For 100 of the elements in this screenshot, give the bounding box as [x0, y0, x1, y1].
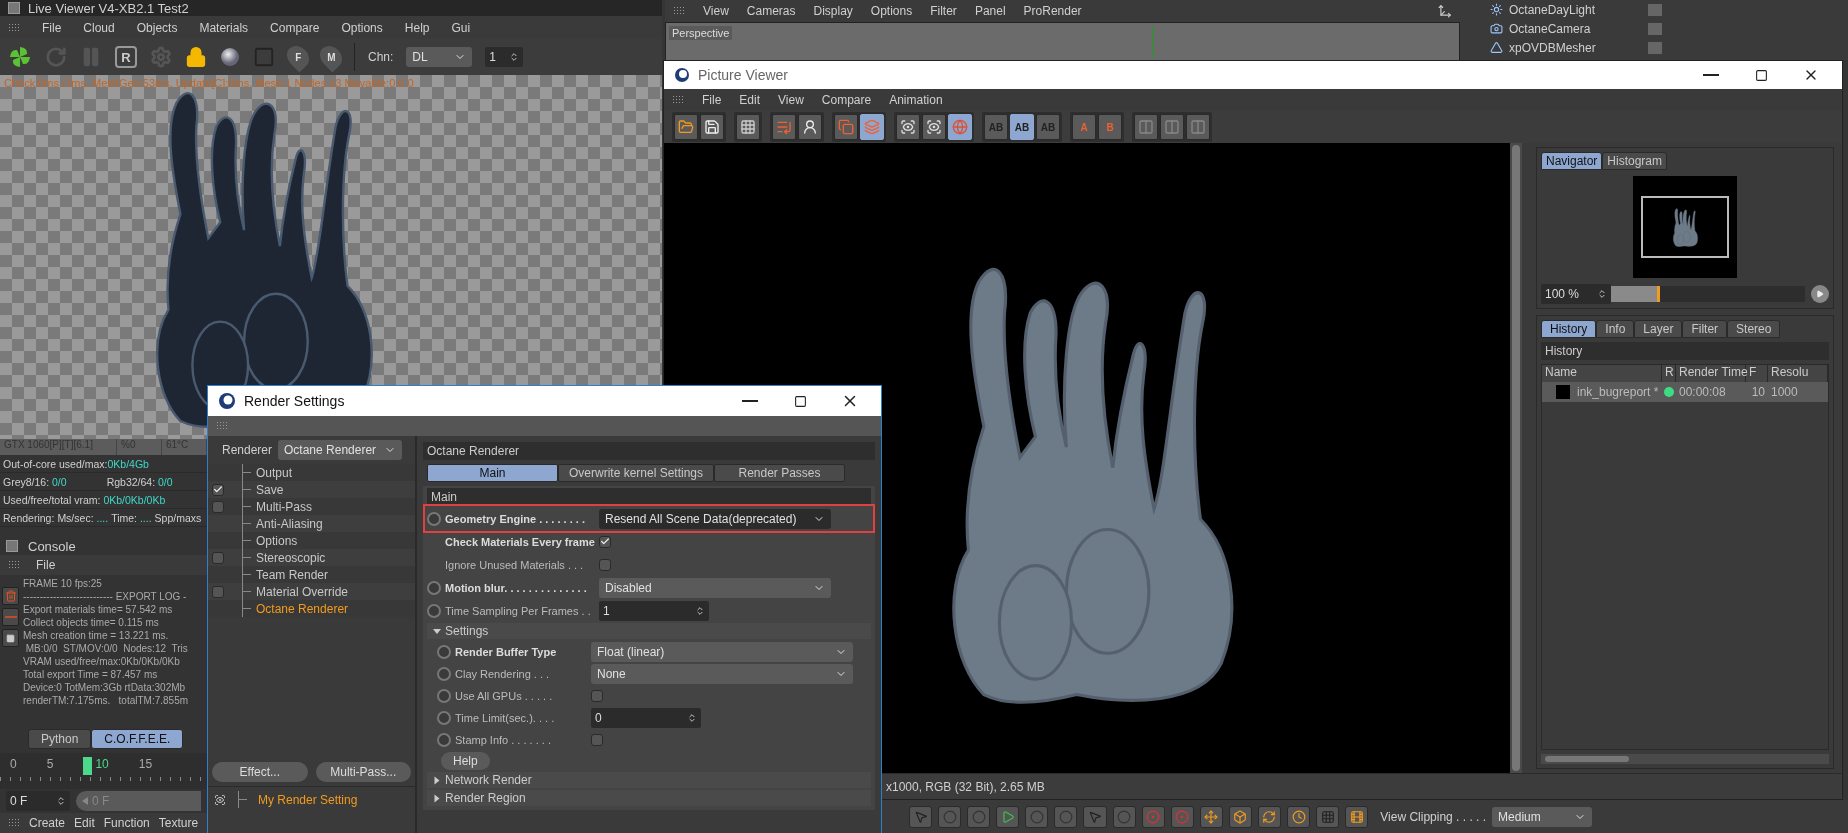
- film-button[interactable]: [1345, 805, 1369, 828]
- channel-number-field[interactable]: 1: [485, 47, 524, 67]
- zoom-field[interactable]: 100 %: [1541, 284, 1611, 304]
- action-button[interactable]: Effect...: [212, 762, 308, 782]
- object-name[interactable]: OctaneDayLight: [1509, 2, 1596, 17]
- keyframe-radio[interactable]: [437, 710, 451, 725]
- checkbox[interactable]: [212, 551, 224, 564]
- console-tab[interactable]: Python: [28, 729, 92, 749]
- keyframe-radio[interactable]: [437, 644, 451, 659]
- menu-item[interactable]: Compare: [821, 93, 872, 107]
- checkbox[interactable]: [212, 585, 224, 598]
- keyframe-radio[interactable]: [427, 580, 441, 595]
- settings-tree-item[interactable]: Save: [208, 481, 415, 498]
- object-name[interactable]: OctaneCamera: [1509, 21, 1591, 36]
- compare-button[interactable]: AB: [1010, 114, 1034, 140]
- menu-item[interactable]: Texture: [158, 816, 199, 830]
- settings-tree-item[interactable]: Material Override: [208, 583, 415, 600]
- copy-button[interactable]: [834, 114, 858, 140]
- panel-tab[interactable]: Info: [1596, 320, 1635, 338]
- panel-tab[interactable]: Layer: [1634, 320, 1683, 338]
- menu-item[interactable]: Cloud: [83, 20, 115, 35]
- list-arrow-button[interactable]: [772, 114, 796, 140]
- play-button[interactable]: [996, 805, 1020, 828]
- lock-icon[interactable]: [185, 46, 207, 68]
- group-header[interactable]: Render Region: [427, 790, 871, 806]
- keyframe-radio[interactable]: [437, 732, 451, 747]
- keyframe-radio[interactable]: [427, 603, 441, 618]
- panel-tab[interactable]: Stereo: [1727, 320, 1781, 338]
- play-button[interactable]: [1811, 285, 1829, 303]
- circle-button[interactable]: [967, 805, 991, 828]
- checkbox[interactable]: [599, 535, 611, 548]
- circle-button[interactable]: [1054, 805, 1078, 828]
- checkbox[interactable]: [212, 500, 224, 513]
- save-button[interactable]: [700, 114, 724, 140]
- rotate-button[interactable]: [1257, 805, 1281, 828]
- panel-tab[interactable]: Navigator: [1541, 152, 1603, 170]
- menu-item[interactable]: Compare: [270, 20, 320, 35]
- number-field[interactable]: 1: [599, 600, 709, 621]
- record-button[interactable]: [1141, 805, 1165, 828]
- clock-button[interactable]: [1287, 805, 1311, 828]
- pointer-button[interactable]: [1083, 805, 1107, 828]
- eye-frame-button[interactable]: [896, 114, 920, 140]
- frame-field[interactable]: 0 F: [6, 791, 70, 811]
- settings-tree-item[interactable]: Stereoscopic: [208, 549, 415, 566]
- checkbox[interactable]: [591, 733, 603, 746]
- move-button[interactable]: [1199, 805, 1223, 828]
- checkbox[interactable]: [591, 689, 603, 702]
- scrollbar[interactable]: [1541, 754, 1829, 764]
- stop-button[interactable]: [2, 629, 19, 647]
- menu-item[interactable]: File: [42, 20, 62, 35]
- settings-tree-item[interactable]: Anti-Aliasing: [208, 515, 415, 532]
- panel-tab[interactable]: Histogram: [1602, 152, 1668, 170]
- grid-button[interactable]: [736, 114, 760, 140]
- number-field[interactable]: 0: [591, 707, 701, 728]
- group-header[interactable]: Settings: [427, 623, 871, 639]
- settings-tab[interactable]: Main: [427, 464, 558, 482]
- settings-tab[interactable]: Render Passes: [714, 464, 845, 482]
- menu-item[interactable]: Edit: [739, 93, 761, 107]
- keyframe-radio[interactable]: [427, 511, 441, 526]
- record-button[interactable]: [1170, 805, 1194, 828]
- menu-item[interactable]: Objects: [136, 20, 178, 35]
- menu-item[interactable]: Options: [341, 20, 383, 35]
- panel-tab[interactable]: History: [1541, 320, 1597, 338]
- object-name[interactable]: xpOVDBMesher: [1509, 40, 1596, 55]
- history-row[interactable]: ink_bugreport * 00:00:08 10 1000: [1542, 382, 1828, 402]
- split-view-button[interactable]: [1186, 114, 1210, 140]
- trash-button[interactable]: [2, 587, 19, 605]
- menu-item[interactable]: File: [702, 93, 722, 107]
- letter-button[interactable]: R: [115, 46, 137, 68]
- menu-item[interactable]: Materials: [199, 20, 249, 35]
- menu-item[interactable]: View: [703, 4, 729, 18]
- zoom-slider[interactable]: [1611, 286, 1805, 302]
- render-setting-name[interactable]: My Render Setting: [258, 792, 358, 807]
- split-view-button[interactable]: [1160, 114, 1184, 140]
- dots-button[interactable]: [1316, 805, 1340, 828]
- renderer-dropdown[interactable]: Octane Renderer: [278, 440, 403, 460]
- console-tab[interactable]: C.O.F.F.E.E.: [91, 729, 184, 749]
- circle-button[interactable]: [1112, 805, 1136, 828]
- keyframe-radio[interactable]: [437, 666, 451, 681]
- group-header[interactable]: Network Render: [427, 772, 871, 788]
- open-folder-button[interactable]: [674, 114, 698, 140]
- menu-item[interactable]: Display: [813, 4, 853, 18]
- menu-item[interactable]: Panel: [974, 4, 1006, 18]
- menu-item[interactable]: Function: [103, 816, 150, 830]
- menu-item[interactable]: File: [36, 558, 56, 572]
- axes-icon[interactable]: [1438, 4, 1452, 18]
- dropdown[interactable]: Float (linear): [591, 641, 853, 662]
- navigator-thumbnail[interactable]: [1633, 176, 1737, 278]
- sphere-icon[interactable]: [220, 47, 240, 67]
- menu-item[interactable]: View: [778, 93, 804, 107]
- scrollbar[interactable]: [1510, 143, 1522, 773]
- keyframe-radio[interactable]: [437, 688, 451, 703]
- person-button[interactable]: [798, 114, 822, 140]
- circle-button[interactable]: [1025, 805, 1049, 828]
- cube-button[interactable]: [1228, 805, 1252, 828]
- checkbox[interactable]: [212, 483, 224, 496]
- pinwheel-logo-icon[interactable]: [8, 45, 32, 69]
- menu-item[interactable]: Gui: [451, 20, 471, 35]
- menu-item[interactable]: Edit: [74, 816, 95, 830]
- timeline-ruler[interactable]: 0 5 10 15: [0, 753, 207, 789]
